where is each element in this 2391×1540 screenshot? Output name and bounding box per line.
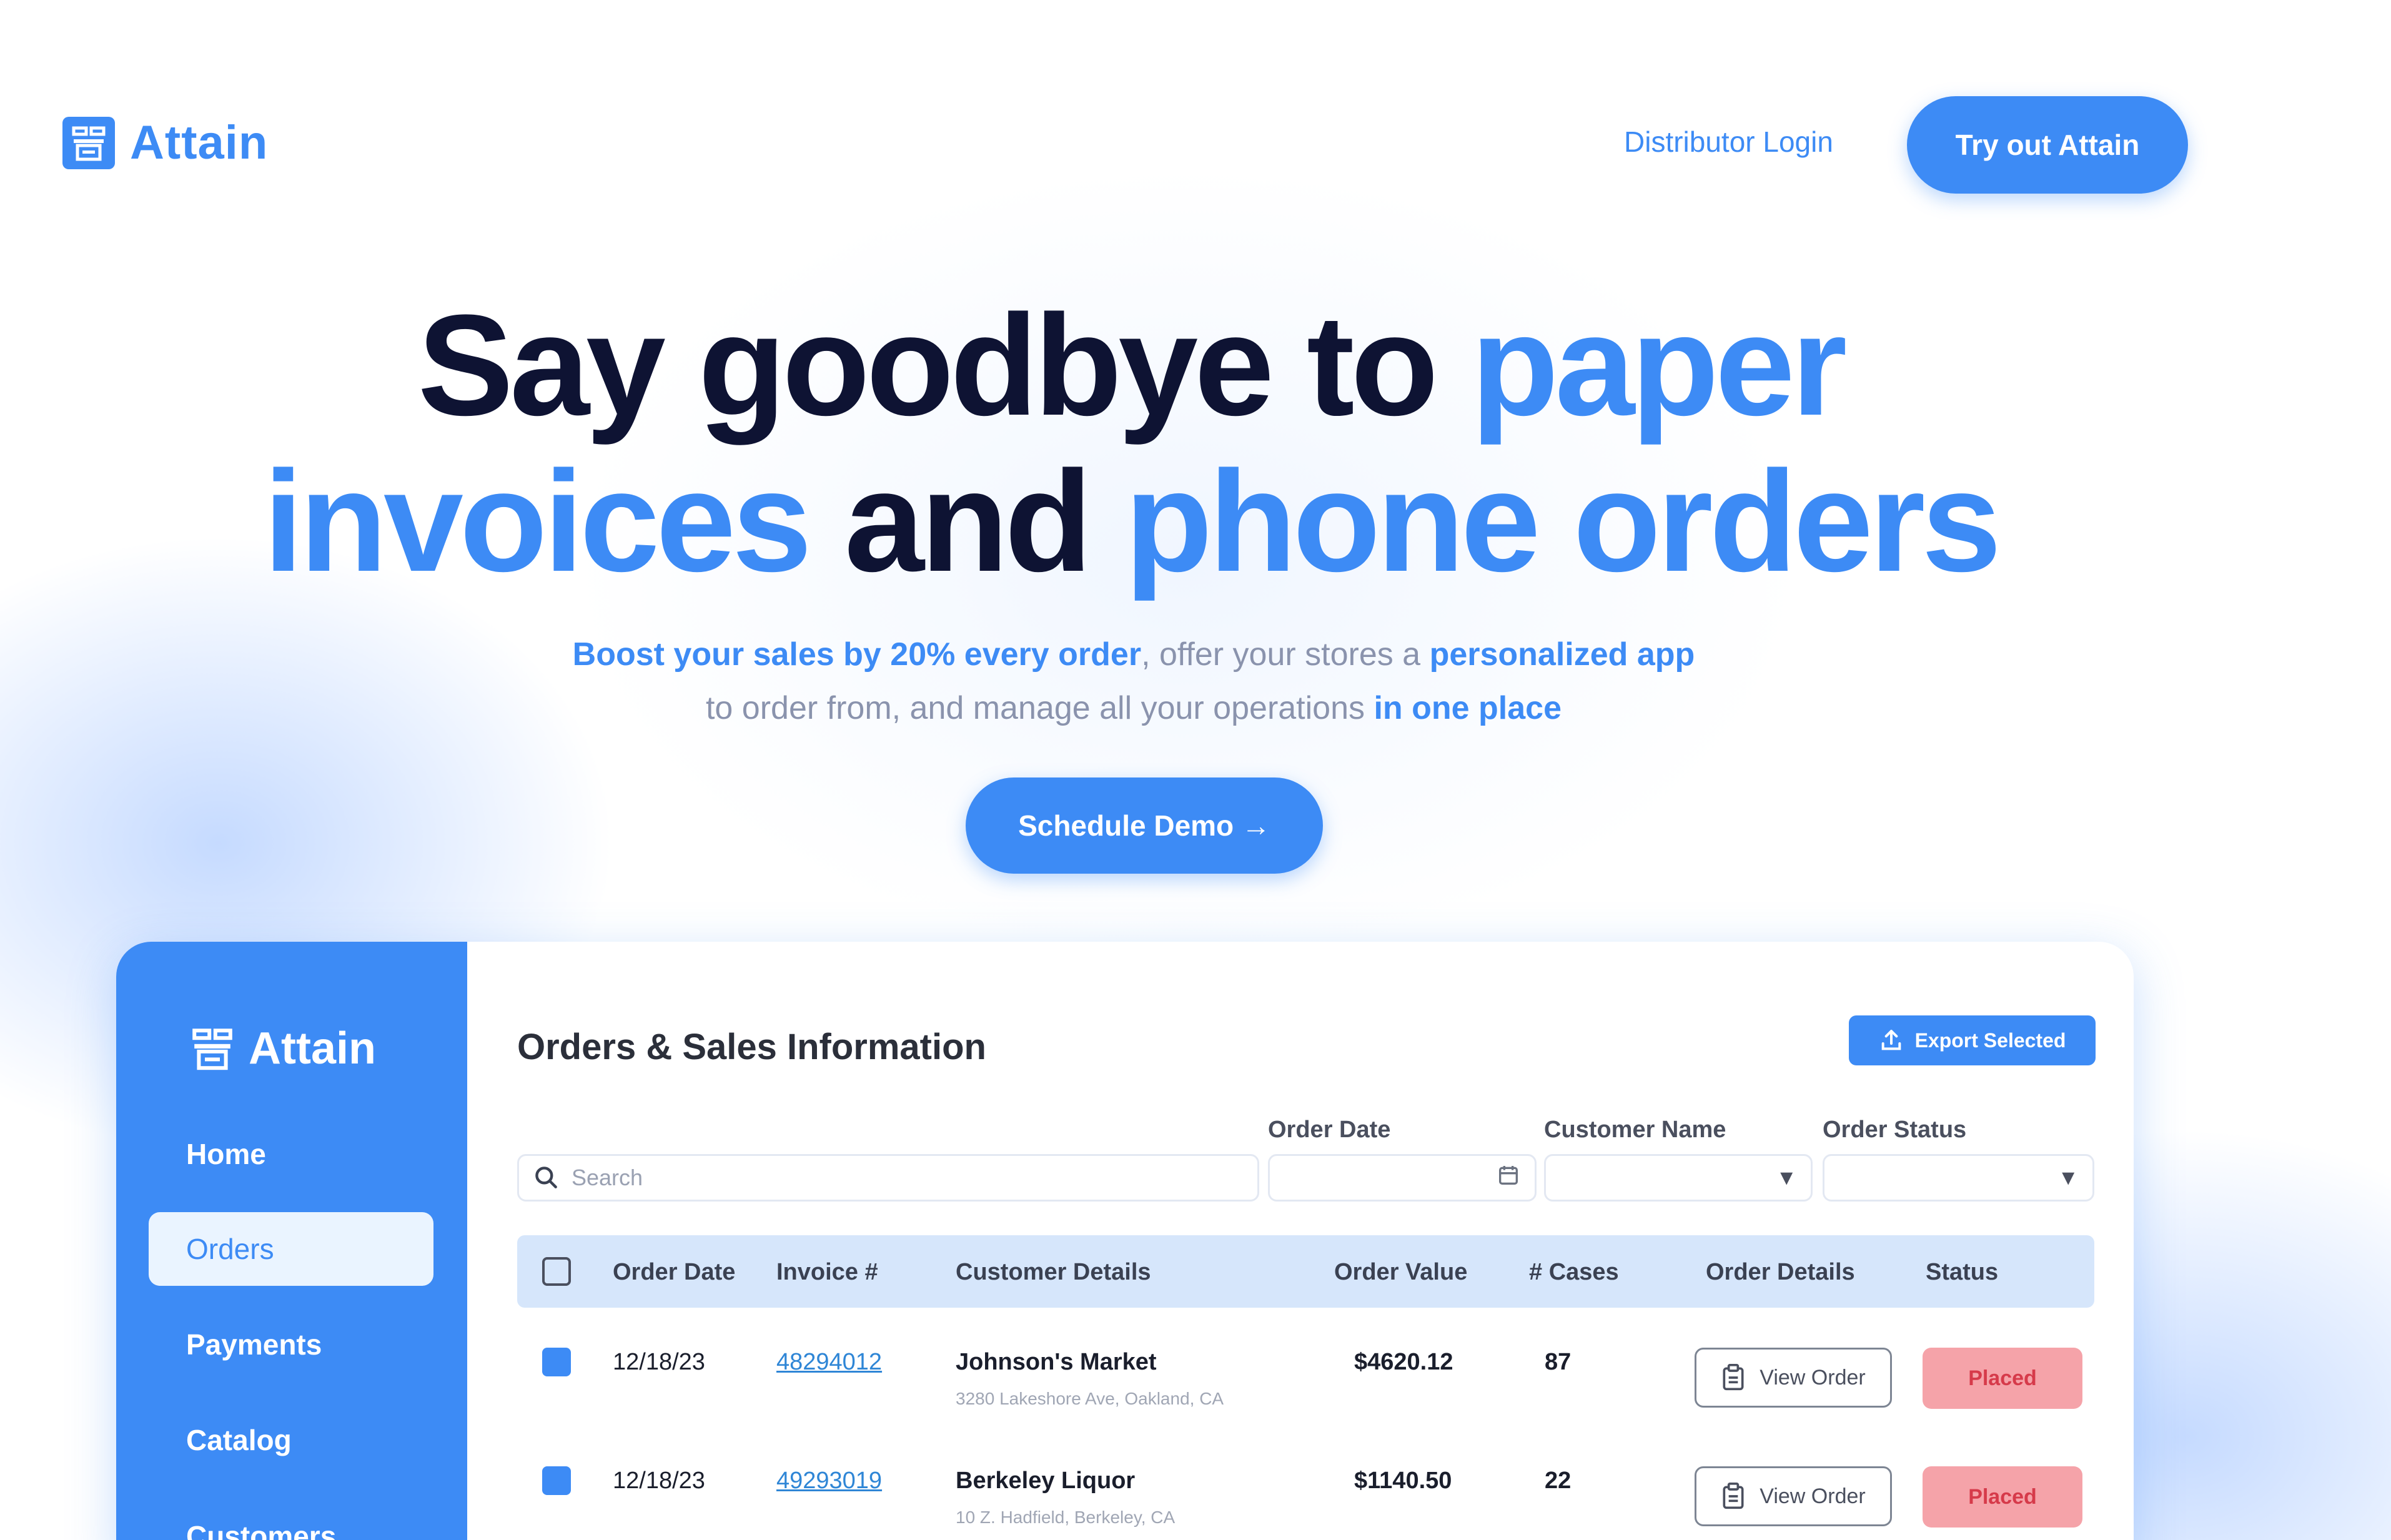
hero-title-highlight: phone orders xyxy=(1124,441,2002,601)
order-value: $1140.50 xyxy=(1354,1468,1452,1494)
dropdown-icon: ▼ xyxy=(1776,1165,1797,1190)
case-count: 22 xyxy=(1545,1468,1572,1494)
view-order-button[interactable]: View Order xyxy=(1695,1466,1892,1526)
customer-address: 3280 Lakeshore Ave, Oakland, CA xyxy=(956,1389,1224,1408)
search-input[interactable] xyxy=(572,1165,1244,1191)
sidebar-item-orders[interactable]: Orders xyxy=(149,1212,433,1286)
view-order-button[interactable]: View Order xyxy=(1695,1348,1892,1408)
export-selected-button[interactable]: Export Selected xyxy=(1849,1015,2096,1065)
sidebar: Attain Home Orders Payments Catalog Cust… xyxy=(116,942,467,1540)
subtitle-highlight: personalized app xyxy=(1429,636,1695,673)
schedule-demo-button[interactable]: Schedule Demo → xyxy=(966,777,1323,874)
hero-title: Say goodbye to paper invoices and phone … xyxy=(0,287,2261,600)
main-panel: Orders & Sales Information Export Select… xyxy=(467,942,2134,1540)
hero-title-part: and xyxy=(808,441,1125,601)
column-header-order-date[interactable]: Order Date xyxy=(613,1259,735,1286)
column-header-status[interactable]: Status xyxy=(1926,1259,1998,1286)
calendar-icon[interactable] xyxy=(1496,1163,1521,1193)
attain-logo-icon xyxy=(192,1029,232,1070)
order-date: 12/18/23 xyxy=(613,1349,705,1375)
filter-label-customer-name: Customer Name xyxy=(1544,1117,1726,1143)
customer-address: 10 Z. Hadfield, Berkeley, CA xyxy=(956,1508,1176,1527)
invoice-link[interactable]: 48294012 xyxy=(776,1349,882,1376)
filter-label-order-status: Order Status xyxy=(1823,1117,1967,1143)
dropdown-icon: ▼ xyxy=(2057,1165,2079,1190)
order-status-select[interactable]: ▼ xyxy=(1823,1154,2094,1202)
table-row[interactable]: 12/18/23 49293019 Berkeley Liquor 10 Z. … xyxy=(517,1448,2094,1540)
upload-icon xyxy=(1881,1030,1901,1050)
row-checkbox[interactable] xyxy=(542,1348,571,1376)
logo[interactable]: Attain xyxy=(62,116,268,170)
sidebar-logo-text: Attain xyxy=(249,1024,376,1074)
order-date-field[interactable] xyxy=(1268,1154,1537,1202)
order-value: $4620.12 xyxy=(1354,1349,1453,1375)
customer-name: Berkeley Liquor xyxy=(956,1468,1136,1494)
hero-title-part: Say goodbye to xyxy=(417,285,1471,445)
column-header-customer-details[interactable]: Customer Details xyxy=(956,1259,1151,1286)
subtitle-text: , offer your stores a xyxy=(1141,636,1430,673)
search-icon xyxy=(535,1167,557,1188)
attain-logo-icon xyxy=(62,116,115,169)
page-title: Orders & Sales Information xyxy=(517,1027,986,1067)
distributor-login-link[interactable]: Distributor Login xyxy=(1624,125,1833,159)
column-header-order-value[interactable]: Order Value xyxy=(1334,1259,1467,1286)
column-header-cases[interactable]: # Cases xyxy=(1529,1259,1619,1286)
sidebar-item-payments[interactable]: Payments xyxy=(149,1308,433,1381)
view-order-label: View Order xyxy=(1760,1365,1866,1389)
select-all-checkbox[interactable] xyxy=(542,1257,571,1286)
filter-label-order-date: Order Date xyxy=(1268,1117,1391,1143)
sidebar-item-catalog[interactable]: Catalog xyxy=(149,1403,433,1477)
sidebar-item-customers[interactable]: Customers xyxy=(149,1499,433,1540)
top-nav: Attain Distributor Login Try out Attain xyxy=(0,0,2391,200)
clipboard-icon xyxy=(1723,1364,1744,1391)
order-date: 12/18/23 xyxy=(613,1468,705,1494)
hero-subtitle: Boost your sales by 20% every order, off… xyxy=(562,628,1705,735)
row-checkbox[interactable] xyxy=(542,1466,571,1495)
sidebar-item-home[interactable]: Home xyxy=(149,1117,433,1191)
subtitle-highlight: Boost your sales by 20% every order xyxy=(572,636,1142,673)
invoice-link[interactable]: 49293019 xyxy=(776,1468,882,1494)
try-attain-button[interactable]: Try out Attain xyxy=(1907,96,2188,194)
export-selected-label: Export Selected xyxy=(1914,1029,2066,1052)
subtitle-highlight: in one place xyxy=(1374,690,1562,726)
clipboard-icon xyxy=(1723,1483,1744,1509)
view-order-label: View Order xyxy=(1760,1484,1866,1508)
case-count: 87 xyxy=(1545,1349,1572,1375)
app-preview: Attain Home Orders Payments Catalog Cust… xyxy=(116,942,2134,1540)
hero-title-highlight: paper xyxy=(1471,285,1847,445)
subtitle-text: to order from, and manage all your opera… xyxy=(705,690,1374,726)
hero-title-highlight: invoices xyxy=(263,441,812,601)
status-badge: Placed xyxy=(1923,1466,2082,1528)
table-row[interactable]: 12/18/23 48294012 Johnson's Market 3280 … xyxy=(517,1329,2094,1448)
status-badge: Placed xyxy=(1923,1348,2082,1409)
customer-name: Johnson's Market xyxy=(956,1349,1157,1375)
logo-text: Attain xyxy=(130,116,269,169)
table-header: Order Date Invoice # Customer Details Or… xyxy=(517,1235,2094,1308)
column-header-invoice[interactable]: Invoice # xyxy=(776,1259,878,1286)
column-header-order-details[interactable]: Order Details xyxy=(1706,1259,1855,1286)
sidebar-logo: Attain xyxy=(190,1023,376,1074)
search-field[interactable] xyxy=(517,1154,1259,1202)
customer-name-select[interactable]: ▼ xyxy=(1544,1154,1813,1202)
